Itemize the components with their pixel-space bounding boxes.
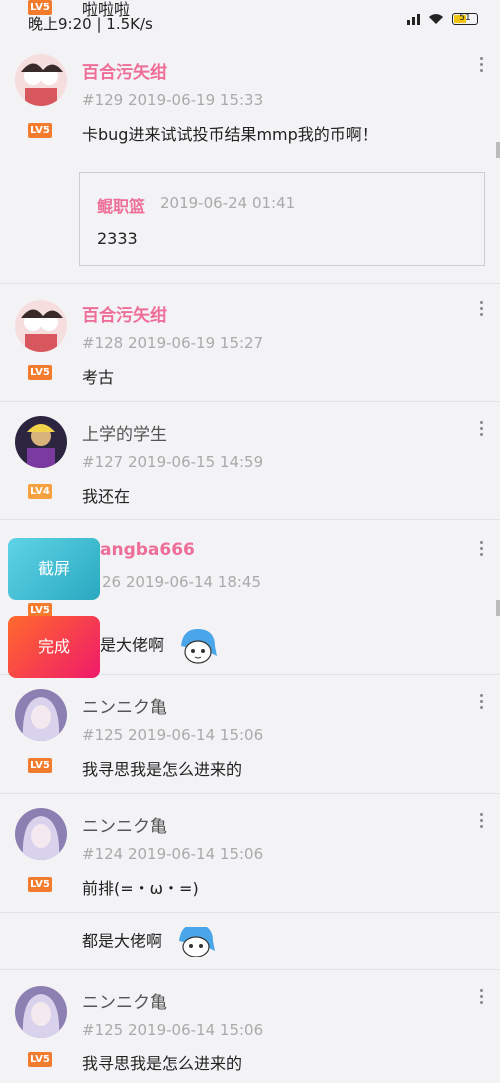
status-time: 晚上9:20 | 1.5K/s	[28, 15, 153, 33]
reply-meta: #128 2019-06-19 15:27	[82, 334, 264, 352]
reply-content: 我寻思我是怎么进来的	[82, 760, 243, 779]
more-icon[interactable]	[478, 691, 484, 712]
user-avatar[interactable]	[15, 986, 67, 1038]
scrollbar[interactable]	[496, 142, 500, 158]
reply-content: 是大佬啊	[100, 626, 219, 666]
reply-item[interactable]: LV5 百合污矢绀 #129 2019-06-19 15:33 卡bug进来试试…	[0, 38, 500, 284]
username[interactable]: ニンニク亀	[82, 988, 167, 1013]
username[interactable]: angba666	[100, 540, 195, 560]
reply-content: 前排(=・ω・=)	[82, 879, 199, 898]
user-avatar[interactable]	[15, 300, 67, 352]
reply-item[interactable]: LV4 上学的学生 #127 2019-06-15 14:59 我还在	[0, 402, 500, 520]
sticker-icon	[179, 927, 216, 957]
scrollbar[interactable]	[496, 600, 500, 616]
reply-item[interactable]: LV5 百合污矢绀 #128 2019-06-19 15:27 考古	[0, 284, 500, 402]
level-badge: LV5	[28, 123, 52, 138]
level-badge: LV4	[28, 484, 52, 499]
level-badge: LV5	[28, 758, 52, 773]
reply-meta: #125 2019-06-14 15:06	[82, 1021, 264, 1039]
level-badge: LV5	[28, 877, 52, 892]
reply-item[interactable]: LV5 ニンニク亀 #124 2019-06-14 15:06 前排(=・ω・=…	[0, 794, 500, 913]
done-button[interactable]: 完成	[8, 616, 100, 678]
more-icon[interactable]	[478, 418, 484, 439]
quoted-reply[interactable]: 鲲职篮 2019-06-24 01:41 2333	[79, 172, 485, 266]
more-icon[interactable]	[478, 298, 484, 319]
wifi-icon	[429, 14, 443, 24]
more-icon[interactable]	[478, 538, 484, 559]
battery-level: 51	[459, 13, 471, 23]
quoted-time: 2019-06-24 01:41	[160, 194, 296, 212]
reply-content: 卡bug进来试试投币结果mmp我的币啊！	[82, 125, 378, 144]
reply-meta: 26 2019-06-14 18:45	[102, 573, 262, 591]
quoted-text: 2333	[97, 229, 138, 248]
reply-meta: #127 2019-06-15 14:59	[82, 453, 264, 471]
screenshot-button[interactable]: 截屏	[8, 538, 100, 600]
reply-meta: #125 2019-06-14 15:06	[82, 726, 264, 744]
reply-item[interactable]: 都是大佬啊	[0, 913, 500, 970]
reply-text: 是大佬啊	[100, 635, 165, 655]
reply-meta: #124 2019-06-14 15:06	[82, 845, 264, 863]
username[interactable]: 上学的学生	[82, 420, 167, 445]
quoted-username[interactable]: 鲲职篮	[97, 193, 145, 217]
level-badge: LV5	[28, 1052, 52, 1067]
username[interactable]: ニンニク亀	[82, 693, 167, 718]
user-avatar[interactable]	[15, 416, 67, 468]
username[interactable]: ニンニク亀	[82, 812, 167, 837]
user-avatar[interactable]	[15, 689, 67, 741]
reply-item[interactable]: LV5 ニンニク亀 #125 2019-06-14 15:06 我寻思我是怎么进…	[0, 970, 500, 1083]
more-icon[interactable]	[478, 986, 484, 1007]
sticker-icon	[181, 628, 218, 664]
signal-icon	[407, 13, 420, 25]
reply-content: 我还在	[82, 487, 131, 506]
more-icon[interactable]	[478, 810, 484, 831]
battery-icon: 51	[452, 13, 478, 25]
reply-text: 都是大佬啊	[82, 931, 163, 951]
user-avatar[interactable]	[15, 54, 67, 106]
status-bar: LV5 啦啦啦 晚上9:20 | 1.5K/s 51	[0, 0, 500, 38]
user-avatar[interactable]	[15, 808, 67, 860]
previous-post-strip: LV5 啦啦啦	[0, 0, 200, 19]
reply-content: 都是大佬啊	[82, 927, 217, 957]
username[interactable]: 百合污矢绀	[82, 58, 167, 83]
username[interactable]: 百合污矢绀	[82, 301, 167, 326]
reply-content: 我寻思我是怎么进来的	[82, 1054, 243, 1073]
reply-content: 考古	[82, 368, 115, 387]
more-icon[interactable]	[478, 54, 484, 75]
level-badge: LV5	[28, 365, 52, 380]
reply-meta: #129 2019-06-19 15:33	[82, 91, 264, 109]
reply-item[interactable]: LV5 ニンニク亀 #125 2019-06-14 15:06 我寻思我是怎么进…	[0, 675, 500, 794]
